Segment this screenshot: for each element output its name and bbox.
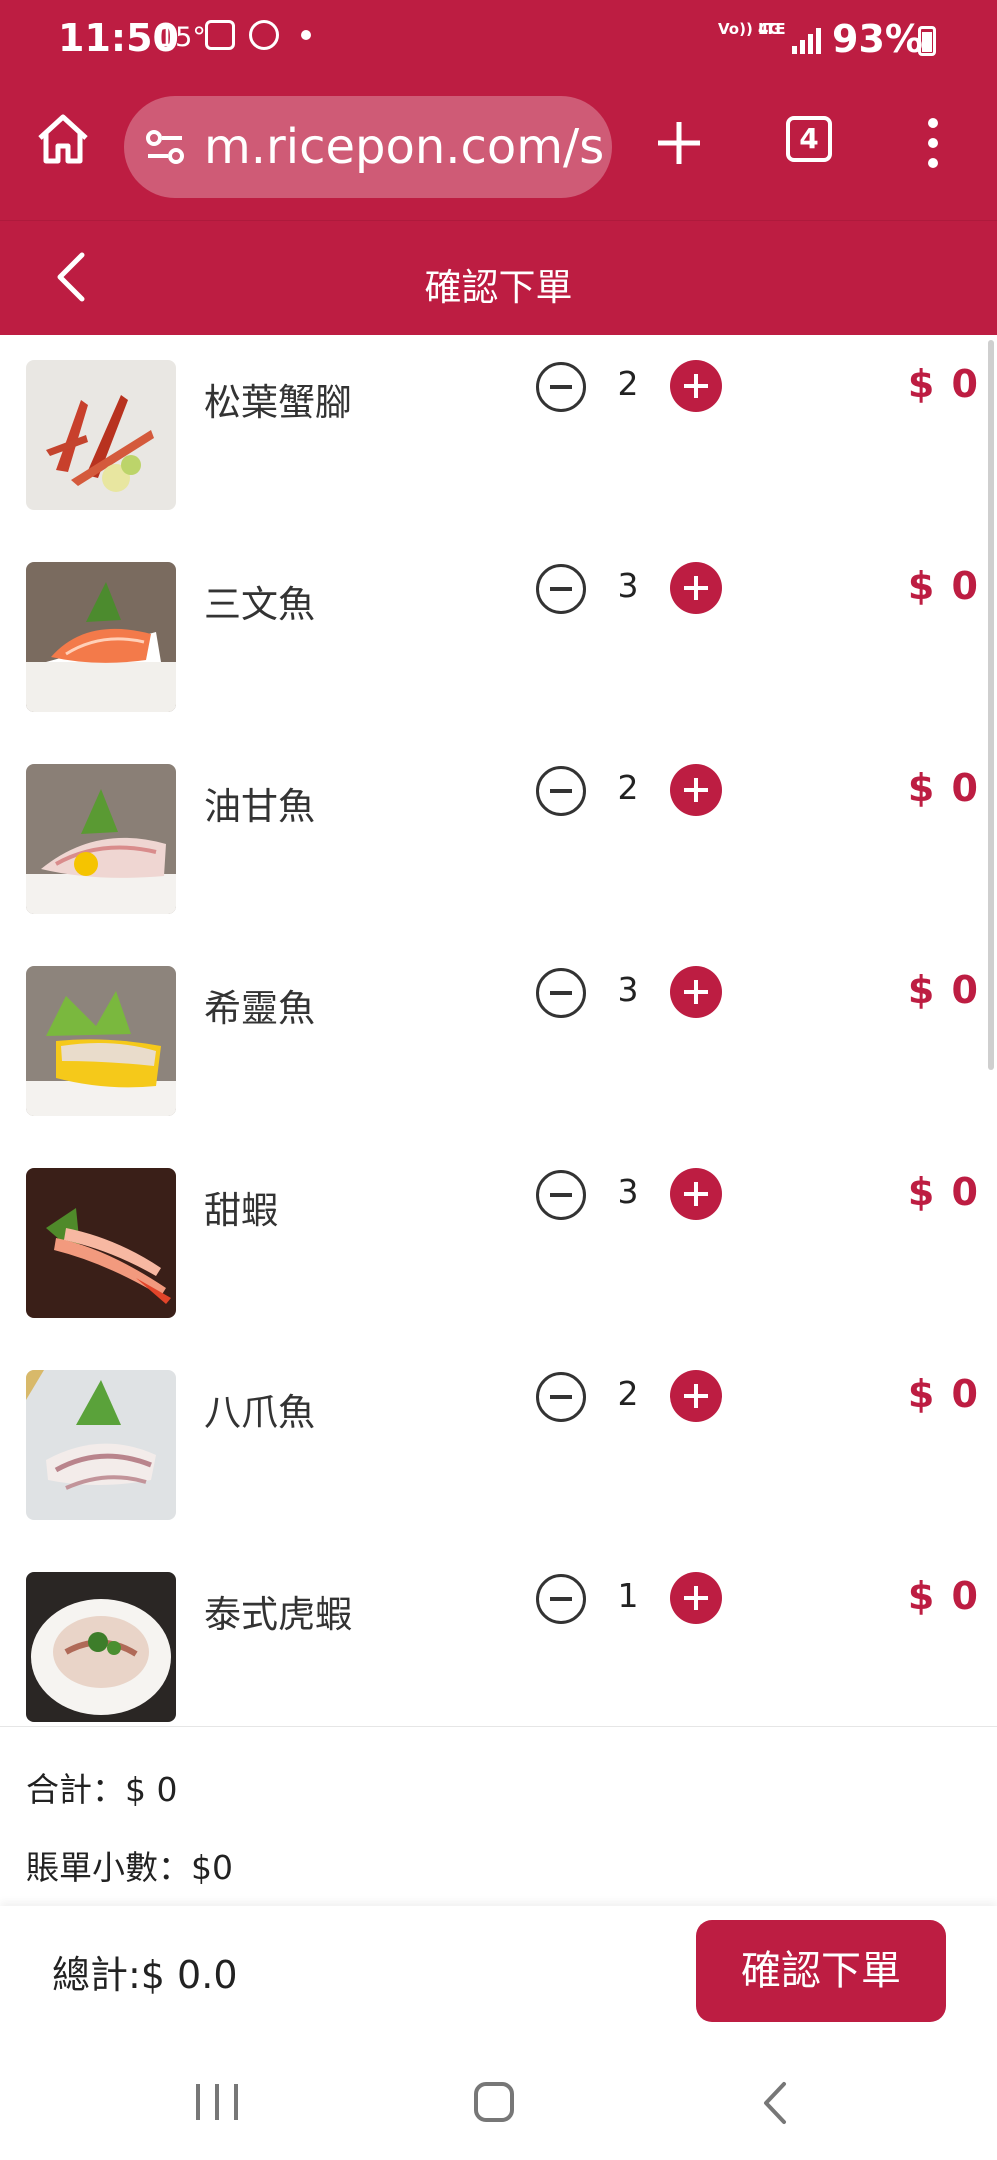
item-quantity: 3 <box>617 566 639 605</box>
decrease-qty-button[interactable] <box>536 968 586 1018</box>
list-scrollbar[interactable] <box>988 340 994 1070</box>
network-type-label: 4G <box>758 20 781 38</box>
home-icon[interactable] <box>34 110 92 168</box>
list-item: 油甘魚 2 $ 0 <box>0 738 980 940</box>
item-image-herring <box>26 966 176 1116</box>
item-name: 八爪魚 <box>204 1391 315 1434</box>
list-item: 松葉蟹腳 2 $ 0 <box>0 334 980 536</box>
item-price: $ 0 <box>907 1574 980 1618</box>
decrease-qty-button[interactable] <box>536 1170 586 1220</box>
increase-qty-button[interactable] <box>670 1370 722 1422</box>
item-name: 三文魚 <box>204 583 315 626</box>
confirm-order-button[interactable]: 確認下單 <box>696 1920 946 2022</box>
increase-qty-button[interactable] <box>670 1572 722 1624</box>
tab-switcher-button[interactable]: 4 <box>786 116 832 162</box>
battery-percent: 93% <box>832 17 923 61</box>
item-name: 油甘魚 <box>204 785 315 828</box>
item-price: $ 0 <box>907 1372 980 1416</box>
back-nav-icon[interactable] <box>756 2080 796 2126</box>
decrease-qty-button[interactable] <box>536 1372 586 1422</box>
site-settings-icon[interactable] <box>144 127 186 167</box>
url-text[interactable]: m.ricepon.com/s <box>204 119 604 175</box>
list-item: 甜蝦 3 $ 0 <box>0 1142 980 1344</box>
page-title: 確認下單 <box>424 266 573 309</box>
order-item-list[interactable]: 松葉蟹腳 2 $ 0 三文魚 3 $ 0 油甘魚 2 $ 0 希靈魚 3 $ 0… <box>0 334 997 1726</box>
item-image-sweet-shrimp <box>26 1168 176 1318</box>
heart-monitor-icon <box>249 20 279 50</box>
status-bar: 11:50 15° Vo)) LTE 4G 93% <box>0 0 997 82</box>
list-item: 希靈魚 3 $ 0 <box>0 940 980 1142</box>
item-name: 泰式虎蝦 <box>204 1593 352 1636</box>
item-name: 希靈魚 <box>204 987 315 1030</box>
item-image-yellowtail <box>26 764 176 914</box>
item-image-salmon <box>26 562 176 712</box>
notification-icons <box>205 20 311 50</box>
item-name: 甜蝦 <box>204 1189 278 1232</box>
item-quantity: 2 <box>617 768 639 807</box>
checkout-bar: 總計:$ 0.0 確認下單 <box>0 1906 997 2038</box>
increase-qty-button[interactable] <box>670 966 722 1018</box>
home-nav-icon[interactable] <box>474 2082 514 2122</box>
more-notifications-icon <box>301 30 311 40</box>
subtotal-line: 合計：$ 0 <box>26 1770 178 1809</box>
item-price: $ 0 <box>907 564 980 608</box>
item-image-crab-legs <box>26 360 176 510</box>
address-bar[interactable]: m.ricepon.com/s <box>124 96 612 198</box>
increase-qty-button[interactable] <box>670 562 722 614</box>
new-tab-icon[interactable] <box>654 118 704 168</box>
grand-total: 總計:$ 0.0 <box>52 1953 238 1997</box>
order-summary: 合計：$ 0 賬單小數：$0 <box>0 1726 997 1907</box>
system-nav-bar <box>0 2038 997 2160</box>
browser-toolbar: m.ricepon.com/s 4 <box>0 82 997 220</box>
item-quantity: 2 <box>617 364 639 403</box>
item-price: $ 0 <box>907 968 980 1012</box>
recent-apps-icon[interactable] <box>196 2084 238 2120</box>
signal-icon <box>792 24 822 54</box>
item-quantity: 3 <box>617 1172 639 1211</box>
more-menu-icon[interactable] <box>922 118 944 176</box>
status-temperature: 15° <box>158 22 206 53</box>
list-item: 泰式虎蝦 1 $ 0 <box>0 1546 980 1726</box>
bill-decimal-line: 賬單小數：$0 <box>26 1848 233 1887</box>
decrease-qty-button[interactable] <box>536 766 586 816</box>
item-quantity: 1 <box>617 1576 639 1615</box>
increase-qty-button[interactable] <box>670 764 722 816</box>
battery-icon <box>918 26 936 56</box>
decrease-qty-button[interactable] <box>536 362 586 412</box>
item-quantity: 3 <box>617 970 639 1009</box>
app-header: 確認下單 <box>0 220 997 335</box>
item-image-thai-prawn <box>26 1572 176 1722</box>
wifi-calling-icon <box>205 20 235 50</box>
item-price: $ 0 <box>907 766 980 810</box>
increase-qty-button[interactable] <box>670 1168 722 1220</box>
increase-qty-button[interactable] <box>670 360 722 412</box>
list-item: 三文魚 3 $ 0 <box>0 536 980 738</box>
item-name: 松葉蟹腳 <box>204 381 352 424</box>
item-quantity: 2 <box>617 1374 639 1413</box>
item-image-octopus <box>26 1370 176 1520</box>
list-item: 八爪魚 2 $ 0 <box>0 1344 980 1546</box>
item-price: $ 0 <box>907 362 980 406</box>
decrease-qty-button[interactable] <box>536 564 586 614</box>
item-price: $ 0 <box>907 1170 980 1214</box>
decrease-qty-button[interactable] <box>536 1574 586 1624</box>
